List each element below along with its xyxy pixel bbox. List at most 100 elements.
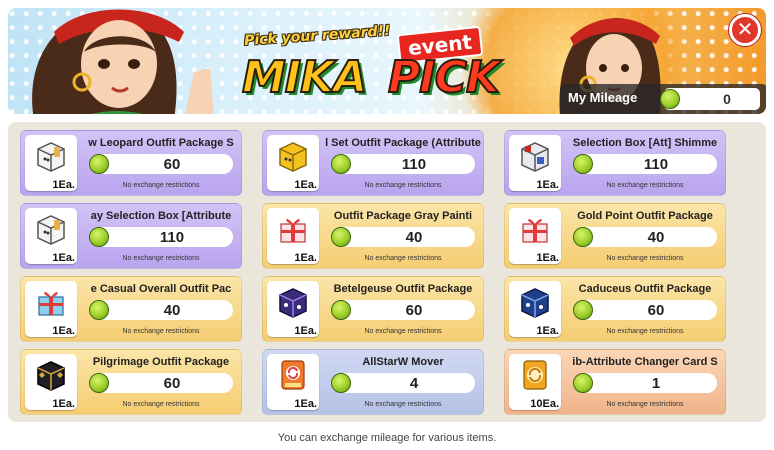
item-price-pill: 60 bbox=[573, 300, 717, 320]
item-thumbnail: 1Ea. bbox=[25, 354, 77, 410]
item-thumbnail: 1Ea. bbox=[267, 354, 319, 410]
item-thumbnail: 1Ea. bbox=[267, 135, 319, 191]
reward-item-card[interactable]: 1Ea. l Set Outfit Package (Attribute 110 No… bbox=[262, 130, 484, 196]
item-price-pill: 60 bbox=[89, 373, 233, 393]
character-illustration-left bbox=[14, 8, 244, 114]
reward-item-card[interactable]: 1Ea. Outfit Package Gray Painti 40 No excha… bbox=[262, 203, 484, 269]
my-mileage-box: My Mileage 0 bbox=[560, 84, 766, 114]
green-coin-icon bbox=[89, 373, 109, 393]
item-quantity: 1Ea. bbox=[294, 398, 317, 410]
item-thumbnail: 1Ea. bbox=[267, 281, 319, 337]
item-title: Gold Point Outfit Package bbox=[577, 210, 713, 222]
item-title: ay Selection Box [Attribute bbox=[90, 210, 232, 222]
item-price-pill: 110 bbox=[573, 154, 717, 174]
item-restriction-note: No exchange restrictions bbox=[364, 401, 442, 408]
item-quantity: 1Ea. bbox=[536, 325, 559, 337]
green-coin-icon bbox=[573, 373, 593, 393]
item-quantity: 1Ea. bbox=[294, 252, 317, 264]
item-quantity: 1Ea. bbox=[536, 179, 559, 191]
item-title: AllStarW Mover bbox=[362, 356, 444, 368]
green-coin-icon bbox=[89, 154, 109, 174]
item-price-pill: 110 bbox=[89, 227, 233, 247]
item-thumbnail: 1Ea. bbox=[509, 135, 561, 191]
green-coin-icon bbox=[89, 300, 109, 320]
item-thumbnail: 1Ea. bbox=[509, 281, 561, 337]
item-title: Caduceus Outfit Package bbox=[578, 283, 712, 295]
reward-item-card[interactable]: 1Ea. Pilgrimage Outfit Package 60 No exchan… bbox=[20, 349, 242, 415]
green-coin-icon bbox=[331, 300, 351, 320]
item-thumbnail: 1Ea. bbox=[25, 208, 77, 264]
green-coin-icon bbox=[89, 227, 109, 247]
item-restriction-note: No exchange restrictions bbox=[364, 328, 442, 335]
item-grid: 1Ea. w Leopard Outfit Package S 60 No excha… bbox=[8, 122, 766, 422]
item-price: 60 bbox=[163, 375, 181, 392]
item-restriction-note: No exchange restrictions bbox=[606, 401, 684, 408]
item-price: 110 bbox=[643, 156, 669, 173]
logo-mika: MIKA bbox=[241, 52, 368, 103]
green-coin-icon bbox=[660, 89, 680, 109]
green-coin-icon bbox=[331, 227, 351, 247]
reward-item-card[interactable]: 1Ea. Caduceus Outfit Package 60 No exchange… bbox=[504, 276, 726, 342]
item-title: w Leopard Outfit Package S bbox=[88, 137, 234, 149]
item-restriction-note: No exchange restrictions bbox=[606, 255, 684, 262]
item-restriction-note: No exchange restrictions bbox=[606, 182, 684, 189]
item-quantity: 1Ea. bbox=[294, 179, 317, 191]
item-price: 60 bbox=[405, 302, 423, 319]
item-title: ib-Attribute Changer Card S bbox=[572, 356, 718, 368]
my-mileage-label: My Mileage bbox=[568, 90, 638, 105]
item-restriction-note: No exchange restrictions bbox=[606, 328, 684, 335]
item-thumbnail: 10Ea. bbox=[509, 354, 561, 410]
reward-item-card[interactable]: 1Ea. Selection Box [Att] Shimme 110 No exch… bbox=[504, 130, 726, 196]
reward-item-card[interactable]: 1Ea. AllStarW Mover 4 No exchange restricti… bbox=[262, 349, 484, 415]
logo-pick: PICK bbox=[387, 52, 501, 103]
item-thumbnail: 1Ea. bbox=[267, 208, 319, 264]
item-title: Selection Box [Att] Shimme bbox=[572, 137, 718, 149]
mileage-value: 0 bbox=[723, 91, 731, 107]
item-title: e Casual Overall Outfit Pac bbox=[90, 283, 232, 295]
item-price: 60 bbox=[647, 302, 665, 319]
item-title: Outfit Package Gray Painti bbox=[333, 210, 473, 222]
reward-item-card[interactable]: 1Ea. w Leopard Outfit Package S 60 No excha… bbox=[20, 130, 242, 196]
item-quantity: 1Ea. bbox=[536, 252, 559, 264]
item-restriction-note: No exchange restrictions bbox=[122, 328, 200, 335]
item-quantity: 10Ea. bbox=[530, 398, 559, 410]
item-price-pill: 4 bbox=[331, 373, 475, 393]
item-price: 4 bbox=[409, 375, 419, 392]
reward-item-card[interactable]: 1Ea. Gold Point Outfit Package 40 No exchan… bbox=[504, 203, 726, 269]
item-price-pill: 110 bbox=[331, 154, 475, 174]
item-price: 1 bbox=[651, 375, 661, 392]
green-coin-icon bbox=[573, 300, 593, 320]
reward-item-card[interactable]: 1Ea. Betelgeuse Outfit Package 60 No exchan… bbox=[262, 276, 484, 342]
item-title: Betelgeuse Outfit Package bbox=[333, 283, 473, 295]
item-quantity: 1Ea. bbox=[52, 179, 75, 191]
item-thumbnail: 1Ea. bbox=[509, 208, 561, 264]
reward-item-card[interactable]: 1Ea. ay Selection Box [Attribute 110 No exc… bbox=[20, 203, 242, 269]
item-price: 40 bbox=[163, 302, 181, 319]
event-banner: Pick your reward!! event MIKA PICK My Mi… bbox=[8, 8, 766, 114]
item-quantity: 1Ea. bbox=[52, 252, 75, 264]
event-headline: Pick your reward!! event MIKA PICK bbox=[238, 22, 528, 108]
headline-tagline: Pick your reward!! bbox=[243, 22, 391, 50]
reward-item-card[interactable]: 10Ea. ib-Attribute Changer Card S 1 No exch… bbox=[504, 349, 726, 415]
item-price-pill: 60 bbox=[331, 300, 475, 320]
item-price: 40 bbox=[405, 229, 423, 246]
item-restriction-note: No exchange restrictions bbox=[122, 182, 200, 189]
item-price: 60 bbox=[163, 156, 181, 173]
item-price: 110 bbox=[159, 229, 185, 246]
item-price-pill: 40 bbox=[89, 300, 233, 320]
mika-pick-window: Pick your reward!! event MIKA PICK My Mi… bbox=[0, 0, 774, 450]
item-price-pill: 1 bbox=[573, 373, 717, 393]
item-title: l Set Outfit Package (Attribute bbox=[325, 137, 481, 149]
item-restriction-note: No exchange restrictions bbox=[364, 255, 442, 262]
item-restriction-note: No exchange restrictions bbox=[122, 255, 200, 262]
green-coin-icon bbox=[331, 154, 351, 174]
item-quantity: 1Ea. bbox=[52, 325, 75, 337]
item-quantity: 1Ea. bbox=[294, 325, 317, 337]
item-quantity: 1Ea. bbox=[52, 398, 75, 410]
item-thumbnail: 1Ea. bbox=[25, 281, 77, 337]
reward-item-card[interactable]: 1Ea. e Casual Overall Outfit Pac 40 No exch… bbox=[20, 276, 242, 342]
item-price: 40 bbox=[647, 229, 665, 246]
green-coin-icon bbox=[573, 154, 593, 174]
green-coin-icon bbox=[573, 227, 593, 247]
close-button[interactable]: ✕ bbox=[729, 14, 761, 46]
